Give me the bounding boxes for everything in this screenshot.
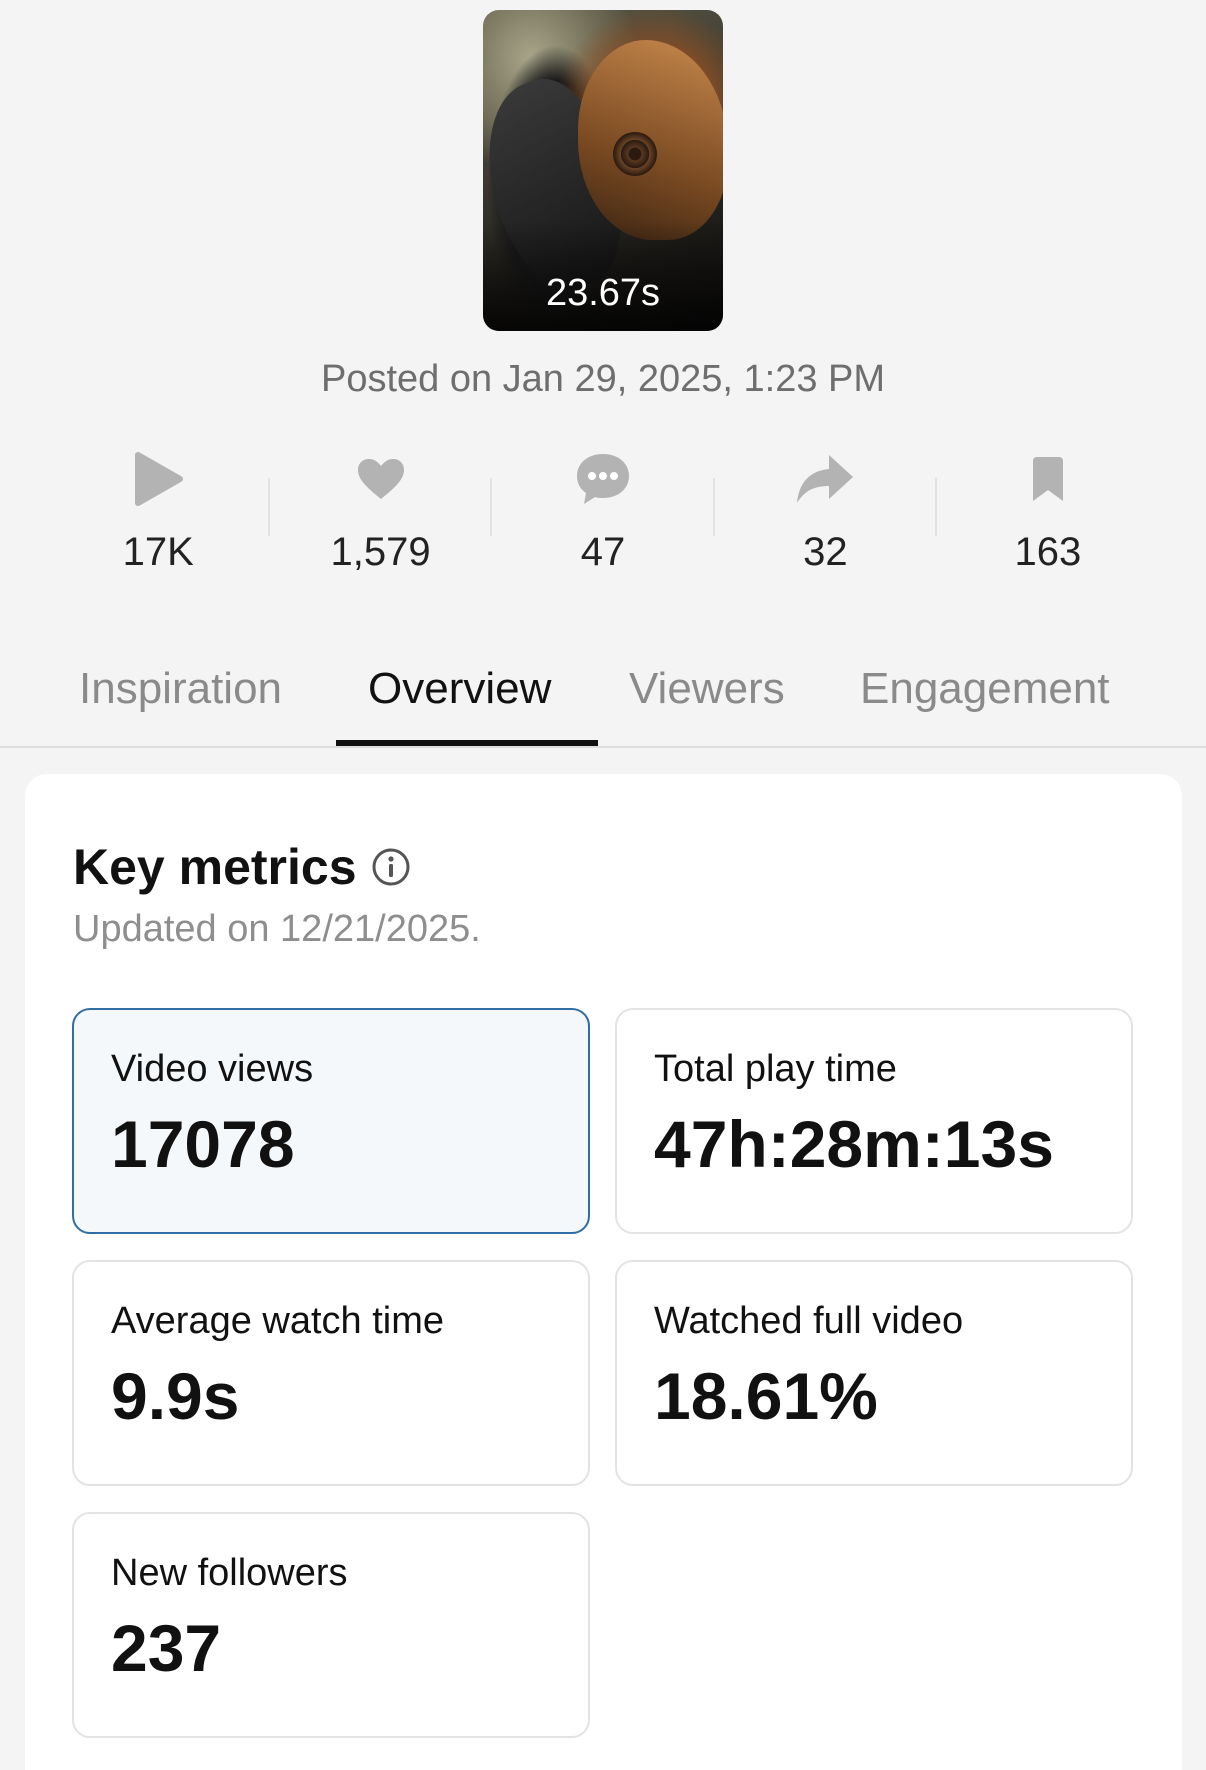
metric-video-views[interactable]: Video views 17078	[72, 1008, 590, 1234]
tab-overview[interactable]: Overview	[368, 664, 551, 714]
stat-divider	[935, 478, 937, 536]
thumbnail-art	[613, 132, 657, 176]
stat-divider	[713, 478, 715, 536]
metric-value: 237	[111, 1611, 222, 1685]
metric-value: 47h:28m:13s	[654, 1107, 1054, 1181]
key-metrics-card: Key metrics Updated on 12/21/2025. Video…	[25, 774, 1182, 1770]
key-metrics-title: Key metrics	[73, 839, 357, 895]
metric-value: 17078	[111, 1107, 295, 1181]
share-icon	[795, 448, 855, 510]
metric-watched-full-video[interactable]: Watched full video 18.61%	[615, 1260, 1133, 1486]
metric-label: Average watch time	[111, 1300, 445, 1342]
metric-new-followers[interactable]: New followers 237	[72, 1512, 590, 1738]
metric-value: 18.61%	[654, 1359, 878, 1433]
comment-icon	[574, 448, 632, 510]
stat-likes: 1,579	[269, 448, 491, 588]
metric-total-play-time[interactable]: Total play time 47h:28m:13s	[615, 1008, 1133, 1234]
metric-label: New followers	[111, 1552, 348, 1594]
heart-icon	[356, 448, 406, 510]
info-icon[interactable]	[371, 847, 411, 887]
stat-comments: 47	[492, 448, 714, 588]
video-analytics-page: 23.67s Posted on Jan 29, 2025, 1:23 PM 1…	[0, 0, 1206, 1770]
tab-inspiration[interactable]: Inspiration	[79, 664, 282, 714]
stat-divider	[490, 478, 492, 536]
key-metrics-heading: Key metrics	[73, 838, 411, 896]
metric-label: Total play time	[654, 1048, 897, 1090]
stat-views: 17K	[47, 448, 269, 588]
engagement-stats: 17K 1,579 47 32 163	[47, 448, 1159, 588]
metric-average-watch-time[interactable]: Average watch time 9.9s	[72, 1260, 590, 1486]
stat-value: 32	[803, 530, 848, 574]
bookmark-icon	[1029, 448, 1067, 510]
stat-value: 17K	[122, 530, 194, 574]
metric-label: Video views	[111, 1048, 314, 1090]
analytics-tabs: Inspiration Overview Viewers Engagement	[0, 650, 1206, 748]
tab-viewers[interactable]: Viewers	[629, 664, 785, 714]
active-tab-indicator	[336, 740, 598, 746]
video-duration: 23.67s	[545, 272, 661, 314]
metric-label: Watched full video	[654, 1300, 964, 1342]
play-icon	[132, 448, 184, 510]
stat-saves: 163	[937, 448, 1159, 588]
posted-date: Posted on Jan 29, 2025, 1:23 PM	[320, 358, 886, 400]
stat-shares: 32	[714, 448, 936, 588]
metric-value: 9.9s	[111, 1359, 240, 1433]
updated-date: Updated on 12/21/2025.	[73, 908, 481, 950]
video-thumbnail[interactable]: 23.67s	[483, 10, 723, 331]
stat-value: 163	[1014, 530, 1082, 574]
stat-value: 1,579	[330, 530, 431, 574]
stat-value: 47	[580, 530, 626, 574]
tab-engagement[interactable]: Engagement	[860, 664, 1110, 714]
stat-divider	[268, 478, 270, 536]
